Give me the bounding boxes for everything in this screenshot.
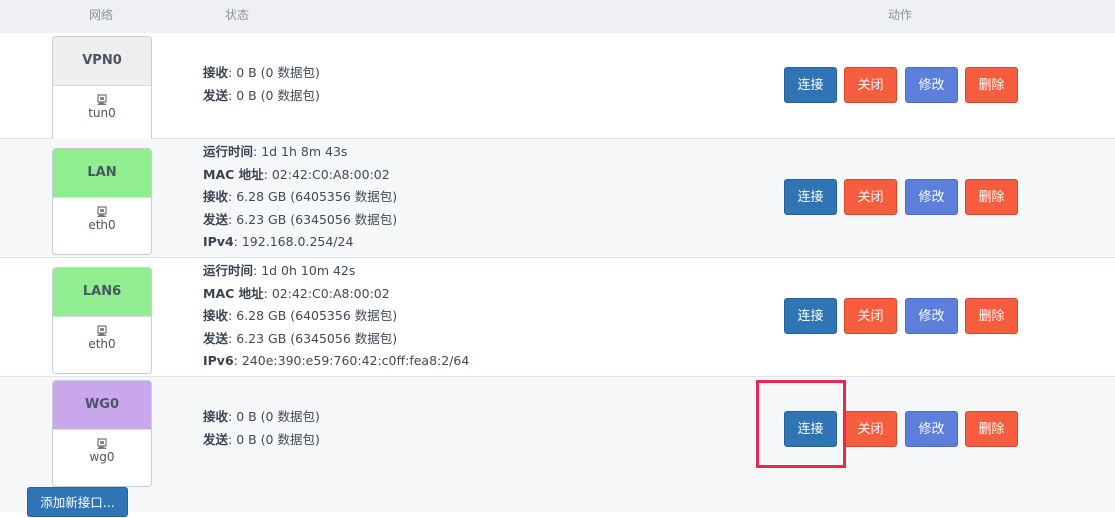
status-block: 接收: 0 B (0 数据包) 发送: 0 B (0 数据包) (203, 62, 320, 107)
network-port-icon (97, 94, 107, 105)
table-header: 网络 状态 动作 (0, 0, 1115, 34)
status-label: 发送 (203, 87, 229, 103)
interface-name: VPN0 (53, 37, 151, 86)
status-value: : 6.28 GB (6405356 数据包) (228, 189, 398, 204)
edit-button[interactable]: 修改 (905, 411, 958, 447)
status-value: : 6.23 GB (6345056 数据包) (228, 330, 398, 346)
network-port-icon (97, 325, 107, 336)
interface-badge[interactable]: WG0 wg0 (52, 380, 152, 487)
edit-button[interactable]: 修改 (905, 179, 958, 215)
status-label: 接收 (203, 409, 229, 424)
delete-button[interactable]: 删除 (965, 411, 1018, 447)
status-block: 接收: 0 B (0 数据包) 发送: 0 B (0 数据包) (203, 406, 320, 451)
stop-button[interactable]: 关闭 (844, 179, 897, 215)
device-label: tun0 (88, 106, 116, 120)
table-row: WG0 wg0 接收: 0 B (0 数据包) 发送: 0 B (0 数据包) … (0, 377, 1115, 512)
status-label: 运行时间 (203, 263, 254, 278)
device-label: wg0 (89, 450, 115, 464)
status-label: 运行时间 (203, 144, 254, 159)
connect-button[interactable]: 连接 (784, 298, 837, 334)
status-value: : 1d 0h 10m 42s (253, 263, 356, 278)
stop-button[interactable]: 关闭 (844, 411, 897, 447)
stop-button[interactable]: 关闭 (844, 67, 897, 103)
status-value: : 02:42:C0:A8:00:02 (263, 166, 390, 182)
status-value: : 1d 1h 8m 43s (253, 144, 348, 159)
status-label: 接收 (203, 189, 229, 204)
delete-button[interactable]: 删除 (965, 67, 1018, 103)
status-value: : 0 B (0 数据包) (228, 431, 320, 447)
interface-device: eth0 (53, 206, 151, 254)
status-value: : 02:42:C0:A8:00:02 (263, 285, 390, 301)
status-label: 发送 (203, 330, 229, 346)
status-label: IPv6 (203, 353, 234, 368)
status-value: : 192.168.0.254/24 (233, 234, 354, 249)
stop-button[interactable]: 关闭 (844, 298, 897, 334)
interface-device: tun0 (53, 94, 151, 142)
interface-badge[interactable]: LAN eth0 (52, 148, 152, 255)
add-interface-button[interactable]: 添加新接口... (27, 487, 128, 517)
status-value: : 6.28 GB (6405356 数据包) (228, 308, 398, 323)
status-value: : 0 B (0 数据包) (228, 409, 320, 424)
interface-device: eth0 (53, 325, 151, 373)
edit-button[interactable]: 修改 (905, 67, 958, 103)
device-label: eth0 (88, 337, 116, 351)
interface-name: WG0 (53, 381, 151, 430)
interface-device: wg0 (53, 438, 151, 486)
edit-button[interactable]: 修改 (905, 298, 958, 334)
device-label: eth0 (88, 218, 116, 232)
interface-badge[interactable]: VPN0 tun0 (52, 36, 152, 143)
table-row: LAN6 eth0 运行时间: 1d 0h 10m 42s MAC 地址: 02… (0, 258, 1115, 377)
table-row: LAN eth0 运行时间: 1d 1h 8m 43s MAC 地址: 02:4… (0, 139, 1115, 258)
header-status: 状态 (225, 8, 250, 22)
status-value: : 240e:390:e59:760:42:c0ff:fea8:2/64 (233, 353, 470, 368)
header-network: 网络 (89, 8, 114, 22)
delete-button[interactable]: 删除 (965, 179, 1018, 215)
status-block: 运行时间: 1d 0h 10m 42s MAC 地址: 02:42:C0:A8:… (203, 260, 469, 373)
status-value: : 0 B (0 数据包) (228, 87, 320, 103)
status-label: 接收 (203, 65, 229, 80)
status-label: IPv4 (203, 234, 234, 249)
status-value: : 6.23 GB (6345056 数据包) (228, 211, 398, 227)
status-value: : 0 B (0 数据包) (228, 65, 320, 80)
connect-button[interactable]: 连接 (784, 179, 837, 215)
interface-name: LAN (53, 149, 151, 198)
status-label: MAC 地址 (203, 285, 264, 301)
interface-name: LAN6 (53, 268, 151, 317)
network-port-icon (97, 206, 107, 217)
status-label: MAC 地址 (203, 166, 264, 182)
header-actions: 动作 (888, 8, 913, 22)
table-row: VPN0 tun0 接收: 0 B (0 数据包) 发送: 0 B (0 数据包… (0, 33, 1115, 143)
connect-button[interactable]: 连接 (784, 67, 837, 103)
status-label: 发送 (203, 211, 229, 227)
status-label: 发送 (203, 431, 229, 447)
highlight-box (756, 380, 846, 468)
status-block: 运行时间: 1d 1h 8m 43s MAC 地址: 02:42:C0:A8:0… (203, 141, 397, 254)
network-port-icon (97, 438, 107, 449)
interface-badge[interactable]: LAN6 eth0 (52, 267, 152, 374)
status-label: 接收 (203, 308, 229, 323)
delete-button[interactable]: 删除 (965, 298, 1018, 334)
